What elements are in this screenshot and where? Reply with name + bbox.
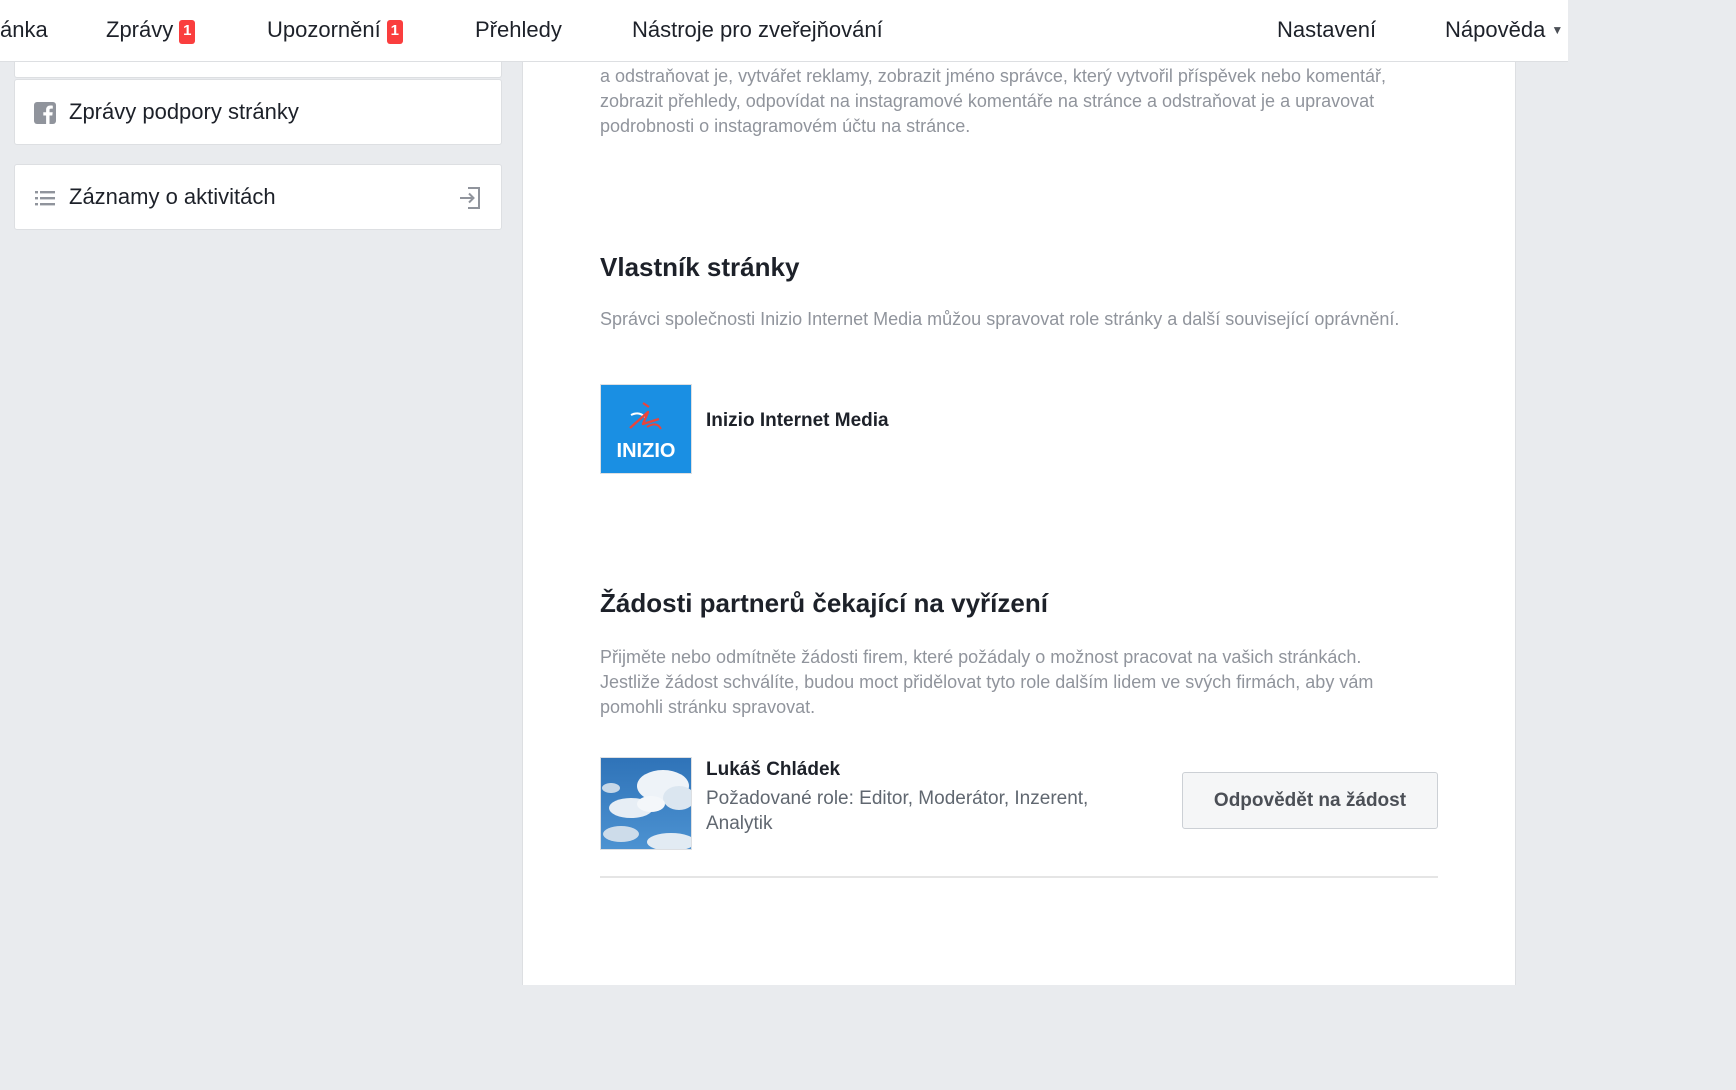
pending-requests-description: Přijměte nebo odmítněte žádosti firem, k…: [600, 647, 1374, 717]
list-icon: [33, 186, 57, 210]
pending-requests-title: Žádosti partnerů čekající na vyřízení: [600, 588, 1048, 618]
sidebar-item-label: Zprávy podpory stránky: [69, 99, 299, 124]
requested-roles: Požadované role: Editor, Moderátor, Inze…: [706, 788, 1089, 834]
nav-messages-label: Zprávy: [106, 17, 174, 42]
messages-badge: 1: [179, 20, 196, 44]
requester-name[interactable]: Lukáš Chládek: [706, 759, 840, 781]
permissions-description: a odstraňovat je, vytvářet reklamy, zobr…: [600, 66, 1386, 136]
facebook-icon: [33, 101, 57, 125]
nav-publishing-tools[interactable]: Nástroje pro zveřejňování: [632, 0, 883, 62]
nav-notifications[interactable]: Upozornění 1: [267, 0, 403, 62]
sidebar-item-page-support-inbox[interactable]: Zprávy podpory stránky: [14, 79, 502, 145]
requester-avatar[interactable]: [600, 757, 692, 850]
nav-page-label: ánka: [0, 17, 48, 42]
caret-down-icon: ▼: [1551, 23, 1564, 37]
nav-publishing-tools-label: Nástroje pro zveřejňování: [632, 17, 883, 42]
top-nav: ánka Zprávy 1 Upozornění 1 Přehledy Nástro…: [0, 0, 1568, 62]
respond-to-request-button[interactable]: Odpovědět na žádost: [1182, 772, 1438, 829]
nav-help-label: Nápověda: [1445, 17, 1546, 42]
notifications-badge: 1: [386, 20, 403, 44]
main-content-panel: a odstraňovat je, vytvářet reklamy, zobr…: [522, 62, 1516, 985]
sidebar-item-label: Záznamy o aktivitách: [69, 184, 276, 209]
nav-insights-label: Přehledy: [475, 17, 562, 42]
sidebar-item-activity-log[interactable]: Záznamy o aktivitách: [14, 164, 502, 230]
page-owner-description: Správci společnosti Inizio Internet Medi…: [600, 309, 1400, 329]
nav-settings-label: Nastavení: [1277, 17, 1377, 42]
divider: [600, 876, 1438, 878]
nav-messages[interactable]: Zprávy 1: [106, 0, 196, 62]
nav-page[interactable]: ánka: [0, 0, 48, 62]
nav-help[interactable]: Nápověda ▼: [1445, 0, 1563, 62]
inizio-logo: INIZIO: [600, 384, 692, 474]
sidebar-card-partial: [14, 62, 502, 78]
nav-settings[interactable]: Nastavení: [1277, 0, 1376, 62]
page-owner-title: Vlastník stránky: [600, 252, 800, 282]
owner-name[interactable]: Inizio Internet Media: [706, 410, 889, 432]
nav-notifications-label: Upozornění: [267, 17, 381, 42]
nav-insights[interactable]: Přehledy: [475, 0, 562, 62]
logo-text: INIZIO: [617, 440, 676, 462]
exit-icon[interactable]: [457, 185, 483, 211]
